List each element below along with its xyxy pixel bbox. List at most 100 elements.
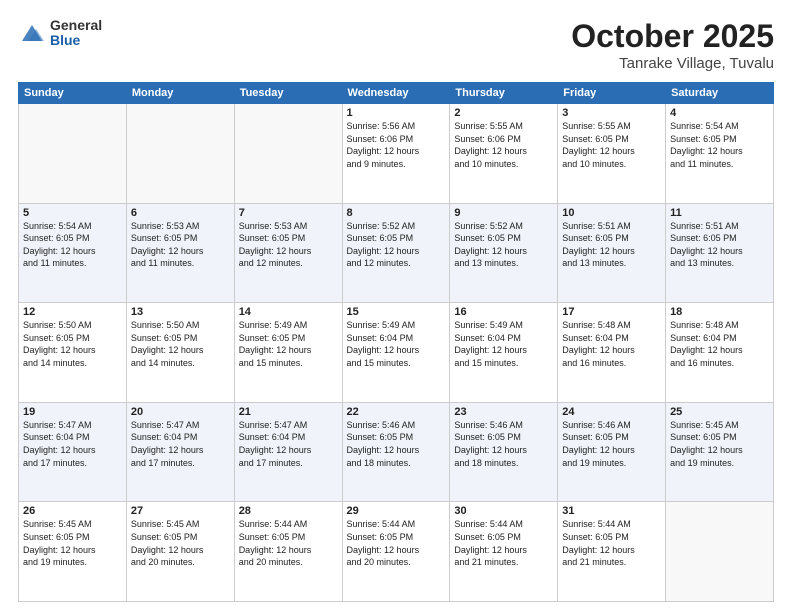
calendar-cell: 29Sunrise: 5:44 AMSunset: 6:05 PMDayligh… (342, 502, 450, 602)
day-info: Sunrise: 5:48 AMSunset: 6:04 PMDaylight:… (562, 319, 661, 369)
calendar-cell: 22Sunrise: 5:46 AMSunset: 6:05 PMDayligh… (342, 402, 450, 502)
day-number: 18 (670, 306, 769, 318)
day-info: Sunrise: 5:49 AMSunset: 6:04 PMDaylight:… (454, 319, 553, 369)
title-block: October 2025 Tanrake Village, Tuvalu (571, 18, 774, 72)
calendar-cell: 24Sunrise: 5:46 AMSunset: 6:05 PMDayligh… (558, 402, 666, 502)
calendar-cell: 27Sunrise: 5:45 AMSunset: 6:05 PMDayligh… (126, 502, 234, 602)
day-number: 9 (454, 207, 553, 219)
day-number: 13 (131, 306, 230, 318)
day-info: Sunrise: 5:51 AMSunset: 6:05 PMDaylight:… (562, 220, 661, 270)
calendar-cell: 30Sunrise: 5:44 AMSunset: 6:05 PMDayligh… (450, 502, 558, 602)
day-number: 11 (670, 207, 769, 219)
day-number: 27 (131, 505, 230, 517)
logo: General Blue (18, 18, 102, 49)
day-number: 14 (239, 306, 338, 318)
day-number: 26 (23, 505, 122, 517)
day-info: Sunrise: 5:54 AMSunset: 6:05 PMDaylight:… (670, 120, 769, 170)
logo-general-label: General (50, 18, 102, 33)
calendar-cell: 20Sunrise: 5:47 AMSunset: 6:04 PMDayligh… (126, 402, 234, 502)
calendar-cell: 16Sunrise: 5:49 AMSunset: 6:04 PMDayligh… (450, 303, 558, 403)
calendar-week-row-4: 19Sunrise: 5:47 AMSunset: 6:04 PMDayligh… (19, 402, 774, 502)
day-info: Sunrise: 5:47 AMSunset: 6:04 PMDaylight:… (131, 419, 230, 469)
calendar-cell: 8Sunrise: 5:52 AMSunset: 6:05 PMDaylight… (342, 203, 450, 303)
day-number: 24 (562, 406, 661, 418)
calendar-cell: 31Sunrise: 5:44 AMSunset: 6:05 PMDayligh… (558, 502, 666, 602)
logo-text: General Blue (50, 18, 102, 49)
calendar-cell: 19Sunrise: 5:47 AMSunset: 6:04 PMDayligh… (19, 402, 127, 502)
day-info: Sunrise: 5:50 AMSunset: 6:05 PMDaylight:… (23, 319, 122, 369)
calendar-cell: 7Sunrise: 5:53 AMSunset: 6:05 PMDaylight… (234, 203, 342, 303)
calendar-cell: 25Sunrise: 5:45 AMSunset: 6:05 PMDayligh… (666, 402, 774, 502)
day-number: 7 (239, 207, 338, 219)
day-number: 6 (131, 207, 230, 219)
calendar-table: SundayMondayTuesdayWednesdayThursdayFrid… (18, 82, 774, 602)
calendar-cell (126, 104, 234, 204)
day-info: Sunrise: 5:45 AMSunset: 6:05 PMDaylight:… (670, 419, 769, 469)
day-info: Sunrise: 5:47 AMSunset: 6:04 PMDaylight:… (239, 419, 338, 469)
day-number: 22 (347, 406, 446, 418)
day-info: Sunrise: 5:46 AMSunset: 6:05 PMDaylight:… (562, 419, 661, 469)
calendar-cell: 14Sunrise: 5:49 AMSunset: 6:05 PMDayligh… (234, 303, 342, 403)
day-info: Sunrise: 5:55 AMSunset: 6:05 PMDaylight:… (562, 120, 661, 170)
calendar-cell: 21Sunrise: 5:47 AMSunset: 6:04 PMDayligh… (234, 402, 342, 502)
day-info: Sunrise: 5:54 AMSunset: 6:05 PMDaylight:… (23, 220, 122, 270)
calendar-cell: 3Sunrise: 5:55 AMSunset: 6:05 PMDaylight… (558, 104, 666, 204)
day-info: Sunrise: 5:52 AMSunset: 6:05 PMDaylight:… (347, 220, 446, 270)
calendar-cell: 15Sunrise: 5:49 AMSunset: 6:04 PMDayligh… (342, 303, 450, 403)
calendar-cell: 13Sunrise: 5:50 AMSunset: 6:05 PMDayligh… (126, 303, 234, 403)
day-number: 23 (454, 406, 553, 418)
calendar-cell: 5Sunrise: 5:54 AMSunset: 6:05 PMDaylight… (19, 203, 127, 303)
day-number: 20 (131, 406, 230, 418)
day-number: 12 (23, 306, 122, 318)
day-number: 31 (562, 505, 661, 517)
calendar-week-row-2: 5Sunrise: 5:54 AMSunset: 6:05 PMDaylight… (19, 203, 774, 303)
calendar-week-row-1: 1Sunrise: 5:56 AMSunset: 6:06 PMDaylight… (19, 104, 774, 204)
calendar-cell: 6Sunrise: 5:53 AMSunset: 6:05 PMDaylight… (126, 203, 234, 303)
day-info: Sunrise: 5:53 AMSunset: 6:05 PMDaylight:… (239, 220, 338, 270)
location: Tanrake Village, Tuvalu (571, 55, 774, 72)
day-number: 28 (239, 505, 338, 517)
calendar-cell (666, 502, 774, 602)
calendar-cell: 28Sunrise: 5:44 AMSunset: 6:05 PMDayligh… (234, 502, 342, 602)
day-info: Sunrise: 5:44 AMSunset: 6:05 PMDaylight:… (454, 518, 553, 568)
calendar-cell: 4Sunrise: 5:54 AMSunset: 6:05 PMDaylight… (666, 104, 774, 204)
month-title: October 2025 (571, 18, 774, 55)
calendar-cell: 12Sunrise: 5:50 AMSunset: 6:05 PMDayligh… (19, 303, 127, 403)
calendar-week-row-3: 12Sunrise: 5:50 AMSunset: 6:05 PMDayligh… (19, 303, 774, 403)
day-number: 17 (562, 306, 661, 318)
logo-icon (18, 19, 46, 47)
calendar-cell: 9Sunrise: 5:52 AMSunset: 6:05 PMDaylight… (450, 203, 558, 303)
day-number: 2 (454, 107, 553, 119)
weekday-header-wednesday: Wednesday (342, 83, 450, 104)
calendar-cell: 17Sunrise: 5:48 AMSunset: 6:04 PMDayligh… (558, 303, 666, 403)
calendar-cell: 23Sunrise: 5:46 AMSunset: 6:05 PMDayligh… (450, 402, 558, 502)
weekday-header-tuesday: Tuesday (234, 83, 342, 104)
calendar-cell: 18Sunrise: 5:48 AMSunset: 6:04 PMDayligh… (666, 303, 774, 403)
weekday-header-friday: Friday (558, 83, 666, 104)
day-info: Sunrise: 5:45 AMSunset: 6:05 PMDaylight:… (131, 518, 230, 568)
day-number: 21 (239, 406, 338, 418)
day-number: 25 (670, 406, 769, 418)
day-number: 29 (347, 505, 446, 517)
calendar-cell: 1Sunrise: 5:56 AMSunset: 6:06 PMDaylight… (342, 104, 450, 204)
calendar-cell: 2Sunrise: 5:55 AMSunset: 6:06 PMDaylight… (450, 104, 558, 204)
day-number: 8 (347, 207, 446, 219)
day-info: Sunrise: 5:52 AMSunset: 6:05 PMDaylight:… (454, 220, 553, 270)
day-number: 16 (454, 306, 553, 318)
day-info: Sunrise: 5:44 AMSunset: 6:05 PMDaylight:… (347, 518, 446, 568)
day-info: Sunrise: 5:49 AMSunset: 6:05 PMDaylight:… (239, 319, 338, 369)
day-number: 15 (347, 306, 446, 318)
day-number: 3 (562, 107, 661, 119)
logo-blue-label: Blue (50, 33, 102, 48)
day-number: 5 (23, 207, 122, 219)
day-info: Sunrise: 5:49 AMSunset: 6:04 PMDaylight:… (347, 319, 446, 369)
page: General Blue October 2025 Tanrake Villag… (0, 0, 792, 612)
calendar-week-row-5: 26 Sunrise: 5:45 AMSunset: 6:05 PMDayligh… (19, 502, 774, 602)
calendar-cell (234, 104, 342, 204)
day-number: 19 (23, 406, 122, 418)
day-info: Sunrise: 5:46 AMSunset: 6:05 PMDaylight:… (454, 419, 553, 469)
day-info: Sunrise: 5:47 AMSunset: 6:04 PMDaylight:… (23, 419, 122, 469)
day-info: Sunrise: 5:53 AMSunset: 6:05 PMDaylight:… (131, 220, 230, 270)
day-number: 1 (347, 107, 446, 119)
calendar-cell (19, 104, 127, 204)
